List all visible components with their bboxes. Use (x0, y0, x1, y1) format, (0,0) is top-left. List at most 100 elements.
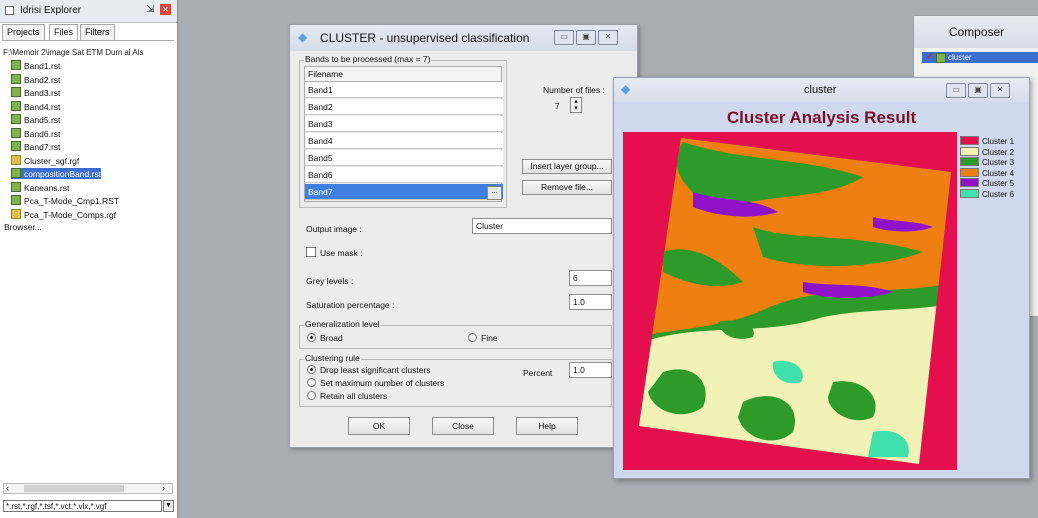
retain-all-label: Retain all clusters (320, 391, 388, 401)
file-item[interactable]: Band4.rst (11, 100, 61, 112)
file-item[interactable]: Band5.rst (11, 114, 60, 125)
legend-label: Cluster 1 (982, 137, 1015, 146)
retain-all-radio[interactable] (307, 391, 316, 400)
file-item[interactable]: Band1.rst (11, 60, 60, 71)
remove-file-button[interactable]: Remove file... (522, 180, 612, 195)
file-item[interactable]: compositionBand.rst (11, 168, 102, 179)
file-item[interactable]: Pca_T-Mode_Comps.rgf (11, 208, 116, 220)
tab-filters[interactable]: Filters (80, 24, 115, 41)
generalization-label: Generalization level (304, 319, 381, 329)
percent-input[interactable]: 1.0 (569, 362, 612, 378)
explorer-title: Idrisi Explorer (20, 5, 82, 16)
pin-icon[interactable]: ⇲ (146, 4, 154, 15)
dialog-title-bar: ◆ CLUSTER - unsupervised classification … (290, 25, 637, 51)
legend-label: Cluster 2 (982, 147, 1015, 157)
maximize-icon[interactable]: ▣ (576, 30, 596, 45)
use-mask-row[interactable]: Use mask : (306, 247, 363, 258)
drop-least-option[interactable]: Drop least significant clusters (307, 365, 431, 375)
fine-option[interactable]: Fine (468, 333, 498, 343)
composer-layer-row[interactable]: ✔ cluster (922, 51, 1038, 63)
fine-label: Fine (481, 333, 498, 343)
cluster-map-window: ◆ cluster ▭ ▣ ✕ Cluster Analysis Result (613, 77, 1030, 479)
scroll-left-icon[interactable]: ‹ (6, 483, 9, 493)
file-item[interactable]: Band2.rst (11, 73, 61, 85)
use-mask-checkbox[interactable] (306, 247, 316, 257)
file-item[interactable]: Kaneans.rst (11, 181, 69, 193)
scroll-thumb[interactable] (24, 485, 124, 492)
broad-option[interactable]: Broad (307, 333, 343, 343)
band-row[interactable]: Band6 (305, 167, 503, 183)
file-name: Band2.rst (24, 74, 61, 85)
band-row[interactable]: Band2 (305, 99, 503, 115)
tab-divider (2, 40, 174, 41)
raster-layer-icon (936, 53, 946, 63)
band-row[interactable]: Band7 (305, 184, 503, 200)
retain-all-option[interactable]: Retain all clusters (307, 391, 387, 401)
group-file-icon (11, 154, 21, 165)
raster-layer-icon (11, 141, 21, 151)
band-row[interactable]: Band3 (305, 116, 503, 132)
checkmark-icon[interactable]: ✔ (926, 51, 934, 62)
minimize-icon[interactable]: ▭ (554, 30, 574, 45)
band-row[interactable]: Band1 (305, 82, 503, 98)
file-item[interactable]: Band6.rst (11, 127, 60, 139)
band-row[interactable]: Band4 (305, 133, 503, 149)
files-label: Number of files : (543, 85, 605, 95)
saturation-label: Saturation percentage : (306, 300, 395, 310)
insert-layer-group-button[interactable]: Insert layer group... (522, 159, 612, 174)
legend-swatch (960, 188, 979, 198)
close-icon[interactable]: ✕ (598, 30, 618, 45)
legend-item: Cluster 3 (960, 157, 1014, 167)
files-stepper[interactable]: ▴ ▾ (570, 97, 582, 113)
close-icon[interactable]: ✕ (990, 83, 1010, 98)
legend-label: Cluster 5 (982, 179, 1015, 188)
app-icon: ◆ (298, 30, 308, 44)
legend-swatch (960, 157, 979, 166)
explorer-menu-icon[interactable] (5, 6, 14, 15)
saturation-input[interactable]: 1.0 (569, 294, 612, 310)
close-button[interactable]: Close (432, 417, 494, 435)
file-item[interactable]: Band7.rst (11, 141, 60, 152)
clustering-rule-label: Clustering rule (304, 353, 361, 363)
file-item[interactable]: Cluster_sgf.rgf (11, 154, 80, 166)
file-name: Band4.rst (24, 101, 61, 112)
tab-projects[interactable]: Projects (2, 24, 45, 41)
horizontal-scrollbar[interactable]: ‹ › (3, 483, 173, 494)
explorer-tabs: Projects Files Filters (2, 24, 174, 41)
chevron-down-icon[interactable]: ▼ (163, 500, 174, 512)
set-maximum-radio[interactable] (307, 378, 316, 387)
composer-layer-name: cluster (948, 53, 972, 62)
file-name: Cluster_sgf.rgf (24, 155, 80, 166)
band-list: Band1 Band2 Band3 Band4 Band5 Band6 Band7… (304, 82, 503, 202)
set-maximum-option[interactable]: Set maximum number of clusters (307, 378, 444, 388)
close-icon[interactable]: ✕ (160, 4, 171, 15)
drop-least-radio[interactable] (307, 365, 316, 374)
minimize-icon[interactable]: ▭ (946, 83, 966, 98)
cluster-map-svg (639, 138, 951, 464)
legend-swatch (960, 136, 979, 145)
browser-item[interactable]: Browser... (4, 222, 42, 232)
file-item[interactable]: Pca_T-Mode_Cmp1.RST (11, 195, 119, 206)
scroll-right-icon[interactable]: › (162, 483, 165, 493)
use-mask-label: Use mask : (320, 248, 363, 258)
ok-button[interactable]: OK (348, 417, 410, 435)
file-item[interactable]: Band3.rst (11, 87, 60, 98)
raster-layer-icon (11, 195, 21, 205)
dialog-title: CLUSTER - unsupervised classification (320, 31, 530, 45)
legend-label: Cluster 3 (982, 158, 1015, 167)
legend-item: Cluster 5 (960, 178, 1014, 188)
broad-radio[interactable] (307, 333, 316, 342)
output-image-input[interactable]: Cluster (472, 218, 612, 234)
legend-swatch (960, 167, 979, 177)
grey-levels-label: Grey levels : (306, 276, 354, 286)
fine-radio[interactable] (468, 333, 477, 342)
legend-item: Cluster 4 (960, 167, 1014, 178)
band-row[interactable]: Band5 (305, 150, 503, 166)
help-button[interactable]: Help (516, 417, 578, 435)
maximize-icon[interactable]: ▣ (968, 83, 988, 98)
cluster-map-image[interactable] (623, 132, 957, 470)
file-filter-select[interactable]: *.rst,*.rgf,*.tsf,*.vct,*.vlx,*.vgf (3, 500, 162, 512)
grey-levels-input[interactable]: 6 (569, 270, 612, 286)
tab-files[interactable]: Files (49, 24, 79, 41)
browse-file-icon[interactable]: … (487, 186, 502, 200)
